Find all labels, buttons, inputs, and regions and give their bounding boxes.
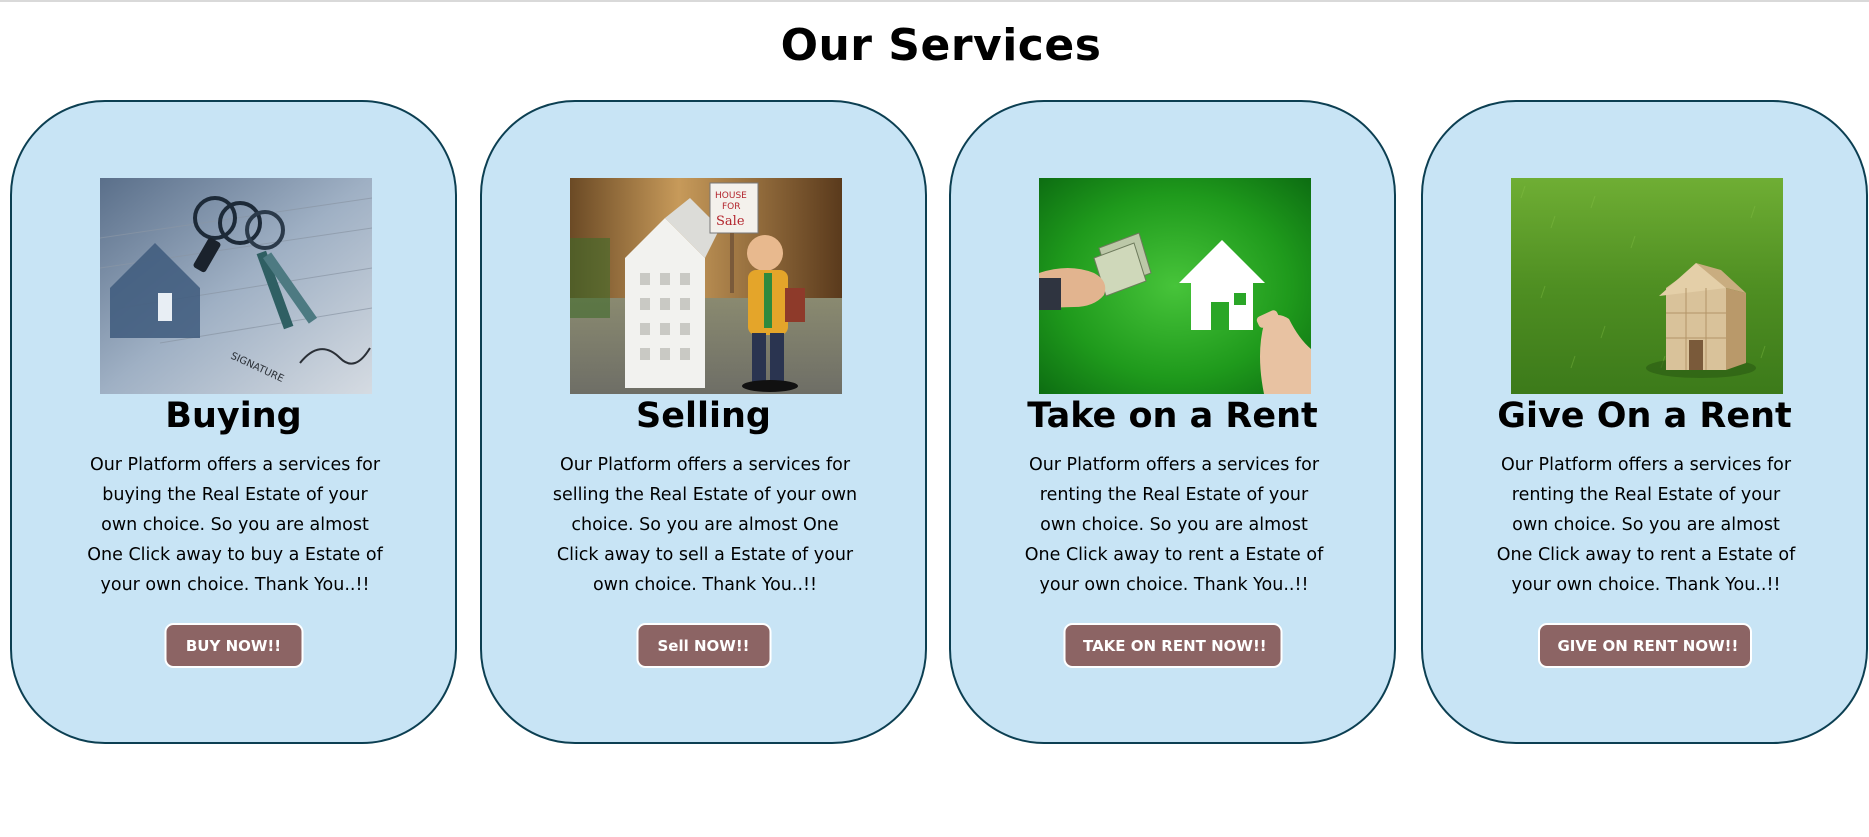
services-section: SIGNATURE Buying Our Platform offers a s…	[0, 100, 1869, 748]
take-on-rent-now-button[interactable]: TAKE ON RENT NOW!!	[1063, 623, 1282, 668]
service-title: Take on a Rent	[1027, 396, 1318, 436]
give-on-rent-now-button[interactable]: GIVE ON RENT NOW!!	[1537, 623, 1752, 668]
page-title: Our Services	[780, 20, 1102, 71]
service-card-buying: SIGNATURE Buying Our Platform offers a s…	[10, 100, 457, 744]
svg-text:FOR: FOR	[722, 202, 741, 212]
house-for-sale-figurine-image: HOUSE FOR Sale	[570, 178, 842, 394]
service-description: Our Platform offers a services for buyin…	[87, 455, 383, 595]
sell-now-button[interactable]: Sell NOW!!	[636, 623, 771, 668]
buy-now-button[interactable]: BUY NOW!!	[164, 623, 303, 668]
service-description: Our Platform offers a services for renti…	[1024, 455, 1324, 595]
sale-sign-text: HOUSE	[715, 191, 747, 201]
service-title: Selling	[636, 396, 771, 436]
service-description: Our Platform offers a services for renti…	[1496, 455, 1796, 595]
svg-text:Sale: Sale	[716, 214, 745, 229]
wooden-house-on-grass-image	[1511, 178, 1783, 394]
service-card-selling: HOUSE FOR Sale Selling Our Platform offe…	[480, 100, 927, 744]
keys-on-contract-image: SIGNATURE	[100, 178, 372, 394]
service-title: Buying	[165, 396, 302, 436]
money-for-house-image	[1039, 178, 1311, 394]
service-card-give-on-rent: Give On a Rent Our Platform offers a ser…	[1421, 100, 1868, 744]
service-card-take-on-rent: Take on a Rent Our Platform offers a ser…	[949, 100, 1396, 744]
service-title: Give On a Rent	[1497, 396, 1792, 436]
top-divider	[0, 0, 1869, 2]
service-description: Our Platform offers a services for selli…	[552, 455, 858, 595]
